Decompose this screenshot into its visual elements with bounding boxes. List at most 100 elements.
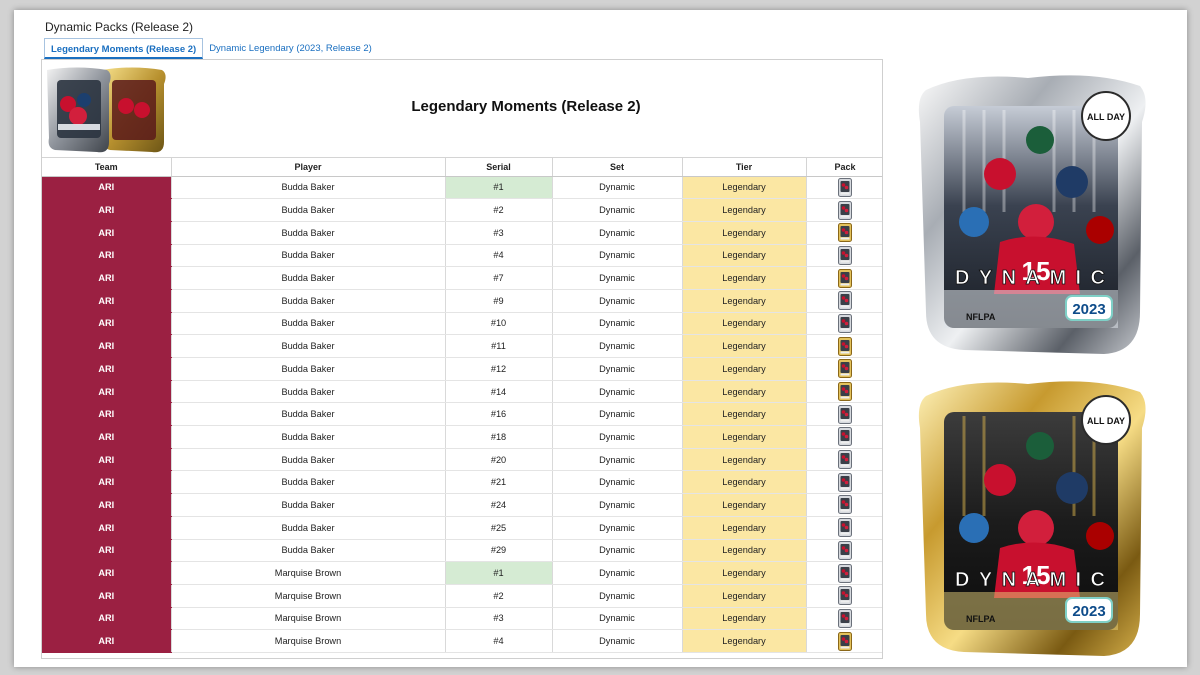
document-title: Dynamic Packs (Release 2) — [45, 20, 194, 34]
table-row[interactable]: ARI Budda Baker #20 Dynamic Legendary — [42, 448, 882, 472]
pack-thumbnail-icon[interactable] — [838, 291, 852, 311]
column-header-tier[interactable]: Tier — [682, 158, 807, 177]
pack-cell — [806, 221, 882, 245]
player-cell: Budda Baker — [171, 402, 446, 427]
pack-thumbnail-icon[interactable] — [838, 631, 852, 651]
table-row[interactable]: ARI Budda Baker #25 Dynamic Legendary — [42, 516, 882, 540]
pack-thumbnail-icon[interactable] — [838, 586, 852, 606]
tier-cell: Legendary — [682, 176, 807, 200]
player-cell: Budda Baker — [171, 312, 446, 336]
pack-cell — [806, 357, 882, 381]
table-row[interactable]: ARI Budda Baker #12 Dynamic Legendary — [42, 357, 882, 381]
table-row[interactable]: ARI Budda Baker #16 Dynamic Legendary — [42, 402, 882, 427]
column-header-team[interactable]: Team — [42, 158, 172, 177]
table-row[interactable]: ARI Budda Baker #11 Dynamic Legendary — [42, 334, 882, 358]
team-cell: ARI — [42, 198, 172, 222]
pack-thumbnail-icon[interactable] — [838, 427, 852, 447]
set-cell: Dynamic — [552, 629, 683, 653]
pack-thumbnail-icon[interactable] — [838, 359, 852, 379]
pack-thumbnail-icon[interactable] — [838, 495, 852, 515]
table-row[interactable]: ARI Budda Baker #4 Dynamic Legendary — [42, 244, 882, 268]
table-row[interactable]: ARI Budda Baker #18 Dynamic Legendary — [42, 425, 882, 449]
pack-thumbnail-icon[interactable] — [838, 404, 852, 424]
pack-cell — [806, 312, 882, 336]
table-row[interactable]: ARI Budda Baker #21 Dynamic Legendary — [42, 470, 882, 495]
pack-thumbnail-icon[interactable] — [838, 177, 852, 197]
table-row[interactable]: ARI Marquise Brown #1 Dynamic Legendary — [42, 561, 882, 585]
pack-thumbnail-icon[interactable] — [838, 518, 852, 538]
team-cell: ARI — [42, 584, 172, 608]
set-cell: Dynamic — [552, 289, 683, 313]
pack-thumbnail-icon[interactable] — [838, 313, 852, 333]
silver-pack-image: 15 DYNAMIC 2023 NFLPA ALL DAY — [918, 75, 1146, 354]
serial-cell: #7 — [445, 266, 553, 290]
set-cell: Dynamic — [552, 312, 683, 336]
table-row[interactable]: ARI Budda Baker #3 Dynamic Legendary — [42, 221, 882, 245]
tab-bar: Legendary Moments (Release 2) Dynamic Le… — [44, 38, 378, 60]
table-row[interactable]: ARI Budda Baker #7 Dynamic Legendary — [42, 266, 882, 290]
player-cell: Budda Baker — [171, 516, 446, 540]
pack-thumbnail-icon[interactable] — [838, 245, 852, 265]
column-header-player[interactable]: Player — [171, 158, 446, 177]
spreadsheet-page: Dynamic Packs (Release 2) Legendary Mome… — [14, 10, 1187, 667]
pack-thumbnail-icon[interactable] — [838, 472, 852, 492]
tier-cell: Legendary — [682, 539, 807, 563]
team-cell: ARI — [42, 629, 172, 653]
table-row[interactable]: ARI Budda Baker #24 Dynamic Legendary — [42, 493, 882, 517]
column-header-set[interactable]: Set — [552, 158, 683, 177]
serial-cell: #12 — [445, 357, 553, 381]
pack-cell — [806, 629, 882, 653]
set-cell: Dynamic — [552, 357, 683, 381]
table-row[interactable]: ARI Marquise Brown #3 Dynamic Legendary — [42, 607, 882, 631]
pack-thumbnail-icon[interactable] — [838, 200, 852, 220]
set-cell: Dynamic — [552, 425, 683, 449]
table-row[interactable]: ARI Budda Baker #29 Dynamic Legendary — [42, 539, 882, 563]
pack-thumbnail-icon[interactable] — [838, 540, 852, 560]
table-row[interactable]: ARI Marquise Brown #4 Dynamic Legendary — [42, 629, 882, 653]
player-cell: Budda Baker — [171, 176, 446, 200]
pack-cell — [806, 289, 882, 313]
pack-cell — [806, 176, 882, 200]
pack-cell — [806, 607, 882, 631]
serial-cell: #3 — [445, 221, 553, 245]
team-cell: ARI — [42, 470, 172, 495]
set-cell: Dynamic — [552, 516, 683, 540]
pack-cell — [806, 425, 882, 449]
pack-league-text: NFLPA — [966, 614, 996, 624]
pack-cell — [806, 198, 882, 222]
player-cell: Marquise Brown — [171, 607, 446, 631]
pack-cell — [806, 470, 882, 495]
column-header-serial[interactable]: Serial — [445, 158, 553, 177]
table-row[interactable]: ARI Budda Baker #10 Dynamic Legendary — [42, 312, 882, 336]
pack-thumbnail-icon[interactable] — [838, 450, 852, 470]
serial-cell: #1 — [445, 561, 553, 585]
set-cell: Dynamic — [552, 539, 683, 563]
pack-thumbnail-icon[interactable] — [838, 268, 852, 288]
pack-thumbnail-icon[interactable] — [838, 382, 852, 402]
pack-cell — [806, 584, 882, 608]
pack-thumbnail-icon[interactable] — [838, 563, 852, 583]
tab-legendary-moments[interactable]: Legendary Moments (Release 2) — [44, 38, 204, 59]
serial-cell: #1 — [445, 176, 553, 200]
team-cell: ARI — [42, 539, 172, 563]
table-row[interactable]: ARI Budda Baker #9 Dynamic Legendary — [42, 289, 882, 313]
tab-dynamic-legendary[interactable]: Dynamic Legendary (2023, Release 2) — [203, 38, 378, 59]
table-row[interactable]: ARI Budda Baker #14 Dynamic Legendary — [42, 380, 882, 404]
pack-cell — [806, 448, 882, 472]
serial-cell: #21 — [445, 470, 553, 495]
table-row[interactable]: ARI Budda Baker #1 Dynamic Legendary — [42, 176, 882, 200]
pack-thumbnail-icon[interactable] — [838, 336, 852, 356]
tier-cell: Legendary — [682, 425, 807, 449]
pack-cell — [806, 516, 882, 540]
serial-cell: #14 — [445, 380, 553, 404]
pack-thumbnail-icon[interactable] — [838, 608, 852, 628]
pack-thumbnail-icon[interactable] — [838, 223, 852, 243]
table-row[interactable]: ARI Marquise Brown #2 Dynamic Legendary — [42, 584, 882, 608]
table-row[interactable]: ARI Budda Baker #2 Dynamic Legendary — [42, 198, 882, 222]
set-cell: Dynamic — [552, 221, 683, 245]
tier-cell: Legendary — [682, 629, 807, 653]
set-cell: Dynamic — [552, 244, 683, 268]
team-cell: ARI — [42, 516, 172, 540]
tier-cell: Legendary — [682, 380, 807, 404]
column-header-pack[interactable]: Pack — [806, 158, 882, 177]
